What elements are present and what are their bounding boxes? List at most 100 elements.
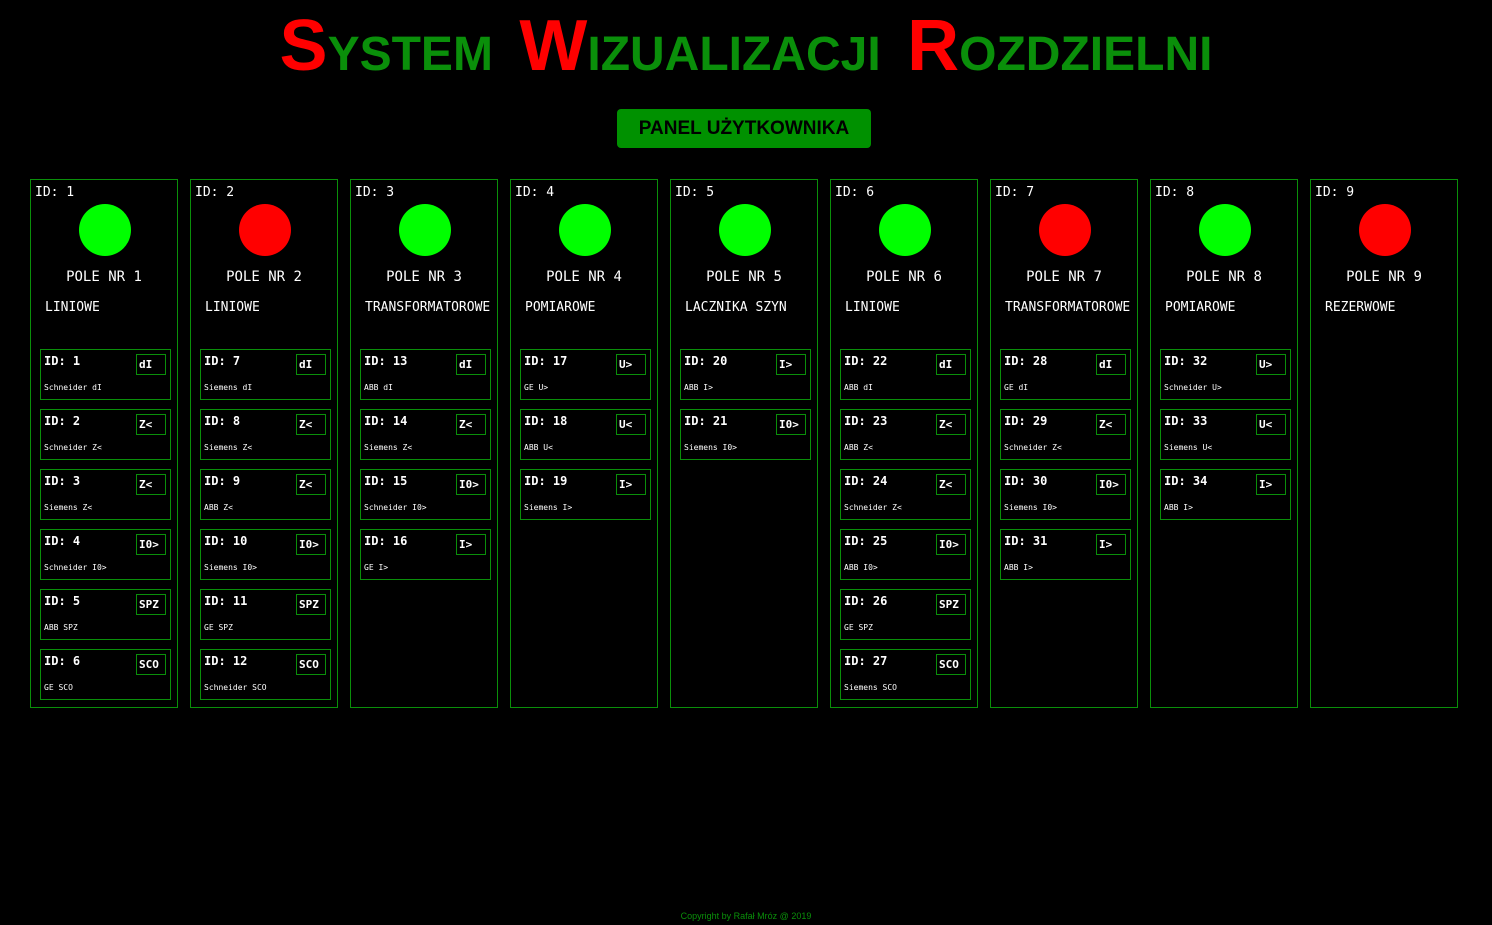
protection-device-card[interactable]: ID: 27 SCO Siemens SCO — [840, 649, 971, 700]
device-description: Siemens Z< — [44, 503, 93, 512]
protection-device-card[interactable]: ID: 10 I0> Siemens I0> — [200, 529, 331, 580]
protection-device-card[interactable]: ID: 7 dI Siemens dI — [200, 349, 331, 400]
user-panel-button[interactable]: PANEL UŻYTKOWNIKA — [617, 109, 871, 148]
device-code-badge: SPZ — [136, 594, 166, 615]
protection-device-card[interactable]: ID: 12 SCO Schneider SCO — [200, 649, 331, 700]
status-indicator-lamp[interactable] — [879, 204, 931, 256]
protection-device-card[interactable]: ID: 24 Z< Schneider Z< — [840, 469, 971, 520]
device-description: GE U> — [524, 383, 549, 392]
protection-device-card[interactable]: ID: 15 I0> Schneider I0> — [360, 469, 491, 520]
field-column: ID: 6 POLE NR 6 LINIOWE ID: 22 dI ABB dI ID: 2… — [830, 179, 978, 708]
device-code-badge: dI — [1096, 354, 1126, 375]
status-indicator-lamp[interactable] — [559, 204, 611, 256]
device-id: ID: 21 — [684, 414, 728, 428]
field-name: POLE NR 7 — [1026, 269, 1102, 285]
device-description: ABB I> — [1164, 503, 1193, 512]
protection-device-card[interactable]: ID: 21 I0> Siemens I0> — [680, 409, 811, 460]
device-code-badge: dI — [456, 354, 486, 375]
device-code-badge: SPZ — [296, 594, 326, 615]
protection-device-card[interactable]: ID: 19 I> Siemens I> — [520, 469, 651, 520]
device-description: Siemens U< — [1164, 443, 1213, 452]
title-rest: YSTEM — [327, 28, 493, 81]
device-id: ID: 16 — [364, 534, 408, 548]
device-code-badge: U> — [616, 354, 646, 375]
protection-device-card[interactable]: ID: 9 Z< ABB Z< — [200, 469, 331, 520]
device-code-badge: I> — [776, 354, 806, 375]
device-code-badge: I0> — [936, 534, 966, 555]
protection-device-card[interactable]: ID: 13 dI ABB dI — [360, 349, 491, 400]
protection-device-card[interactable]: ID: 29 Z< Schneider Z< — [1000, 409, 1131, 460]
device-code-badge: Z< — [456, 414, 486, 435]
protection-device-card[interactable]: ID: 34 I> ABB I> — [1160, 469, 1291, 520]
protection-device-card[interactable]: ID: 8 Z< Siemens Z< — [200, 409, 331, 460]
device-description: Siemens Z< — [204, 443, 253, 452]
device-code-badge: I> — [1096, 534, 1126, 555]
field-id: ID: 6 — [835, 185, 875, 200]
protection-device-card[interactable]: ID: 30 I0> Siemens I0> — [1000, 469, 1131, 520]
protection-device-card[interactable]: ID: 31 I> ABB I> — [1000, 529, 1131, 580]
protection-device-card[interactable]: ID: 1 dI Schneider dI — [40, 349, 171, 400]
field-name: POLE NR 5 — [706, 269, 782, 285]
status-indicator-lamp[interactable] — [239, 204, 291, 256]
device-id: ID: 11 — [204, 594, 248, 608]
device-id: ID: 4 — [44, 534, 81, 548]
protection-device-card[interactable]: ID: 22 dI ABB dI — [840, 349, 971, 400]
device-code-badge: Z< — [136, 474, 166, 495]
protection-device-card[interactable]: ID: 14 Z< Siemens Z< — [360, 409, 491, 460]
status-indicator-lamp[interactable] — [1359, 204, 1411, 256]
protection-device-card[interactable]: ID: 2 Z< Schneider Z< — [40, 409, 171, 460]
field-id: ID: 4 — [515, 185, 555, 200]
device-id: ID: 23 — [844, 414, 888, 428]
protection-device-card[interactable]: ID: 16 I> GE I> — [360, 529, 491, 580]
device-code-badge: dI — [936, 354, 966, 375]
device-description: GE SPZ — [204, 623, 233, 632]
status-indicator-lamp[interactable] — [719, 204, 771, 256]
protection-device-card[interactable]: ID: 26 SPZ GE SPZ — [840, 589, 971, 640]
protection-device-card[interactable]: ID: 33 U< Siemens U< — [1160, 409, 1291, 460]
title-initial: W — [519, 6, 588, 86]
status-indicator-lamp[interactable] — [79, 204, 131, 256]
field-column: ID: 9 POLE NR 9 REZERWOWE — [1310, 179, 1458, 708]
device-id: ID: 25 — [844, 534, 888, 548]
protection-device-card[interactable]: ID: 6 SCO GE SCO — [40, 649, 171, 700]
device-id: ID: 15 — [364, 474, 408, 488]
field-id: ID: 1 — [35, 185, 75, 200]
protection-device-card[interactable]: ID: 5 SPZ ABB SPZ — [40, 589, 171, 640]
field-column: ID: 4 POLE NR 4 POMIAROWE ID: 17 U> GE U> ID: … — [510, 179, 658, 708]
protection-device-card[interactable]: ID: 32 U> Schneider U> — [1160, 349, 1291, 400]
protection-device-card[interactable]: ID: 23 Z< ABB Z< — [840, 409, 971, 460]
device-description: Schneider I0> — [364, 503, 427, 512]
protection-device-card[interactable]: ID: 20 I> ABB I> — [680, 349, 811, 400]
device-description: GE SCO — [44, 683, 73, 692]
field-type: TRANSFORMATOROWE — [365, 300, 491, 315]
field-column: ID: 8 POLE NR 8 POMIAROWE ID: 32 U> Schneider… — [1150, 179, 1298, 708]
status-indicator-lamp[interactable] — [1199, 204, 1251, 256]
protection-device-card[interactable]: ID: 4 I0> Schneider I0> — [40, 529, 171, 580]
device-description: Schneider SCO — [204, 683, 267, 692]
protection-device-card[interactable]: ID: 11 SPZ GE SPZ — [200, 589, 331, 640]
protection-device-card[interactable]: ID: 17 U> GE U> — [520, 349, 651, 400]
field-type: POMIAROWE — [525, 300, 596, 315]
field-name: POLE NR 3 — [386, 269, 462, 285]
field-id: ID: 7 — [995, 185, 1035, 200]
device-id: ID: 5 — [44, 594, 81, 608]
field-id: ID: 3 — [355, 185, 395, 200]
status-indicator-lamp[interactable] — [1039, 204, 1091, 256]
device-id: ID: 28 — [1004, 354, 1048, 368]
device-code-badge: Z< — [136, 414, 166, 435]
protection-device-card[interactable]: ID: 28 dI GE dI — [1000, 349, 1131, 400]
device-id: ID: 29 — [1004, 414, 1048, 428]
device-description: ABB I> — [1004, 563, 1033, 572]
device-id: ID: 18 — [524, 414, 568, 428]
protection-device-card[interactable]: ID: 25 I0> ABB I0> — [840, 529, 971, 580]
protection-device-card[interactable]: ID: 3 Z< Siemens Z< — [40, 469, 171, 520]
title-word-wizualizacji: WIZUALIZACJI — [519, 6, 880, 95]
protection-device-card[interactable]: ID: 18 U< ABB U< — [520, 409, 651, 460]
device-description: Schneider U> — [1164, 383, 1222, 392]
device-description: Siemens SCO — [844, 683, 897, 692]
status-indicator-lamp[interactable] — [399, 204, 451, 256]
device-description: GE dI — [1004, 383, 1029, 392]
device-code-badge: SPZ — [936, 594, 966, 615]
field-id: ID: 5 — [675, 185, 715, 200]
device-code-badge: I0> — [296, 534, 326, 555]
